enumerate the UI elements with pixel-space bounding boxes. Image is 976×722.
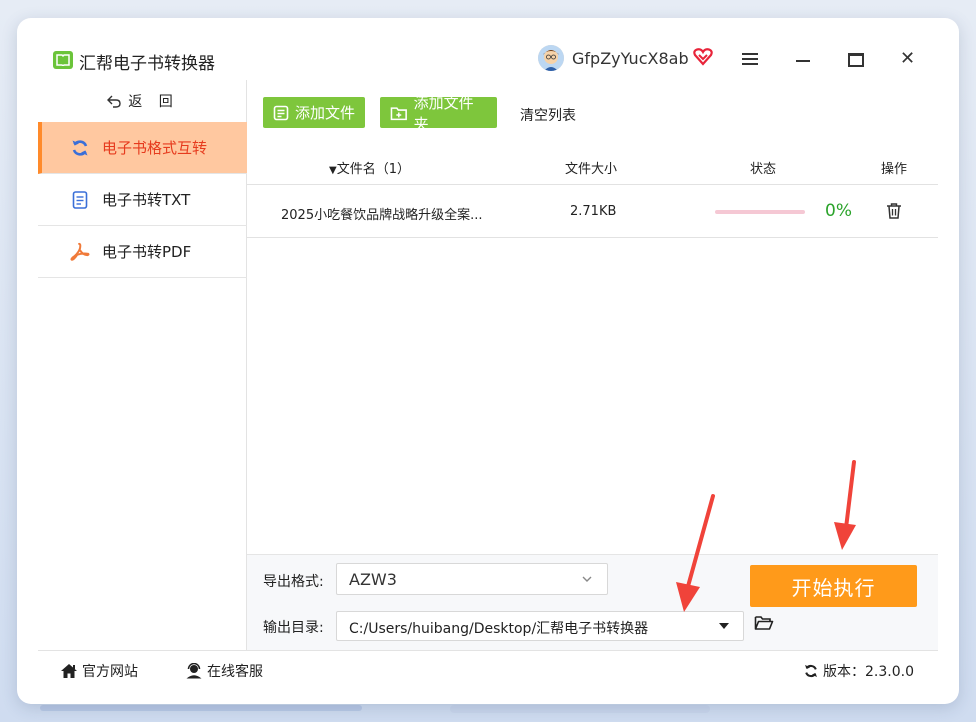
trash-icon[interactable] (886, 202, 902, 224)
progress-bar (715, 210, 805, 214)
table-row[interactable]: 2025小吃餐饮品牌战略升级全案... 2.71KB 0% (247, 186, 938, 238)
column-filesize: 文件大小 (565, 162, 618, 177)
add-folder-button[interactable]: 添加文件夹 (380, 94, 497, 133)
user-avatar[interactable] (538, 45, 564, 71)
background-decoration (40, 705, 362, 711)
maximize-icon[interactable] (848, 53, 864, 67)
version-info[interactable]: 版本：2.3.0.0 (803, 661, 914, 681)
output-dir-label: 输出目录: (263, 620, 324, 636)
support-agent-icon (186, 663, 202, 679)
background-decoration (450, 705, 710, 713)
add-file-button[interactable]: 添加文件 (263, 97, 365, 128)
add-file-label: 添加文件 (295, 104, 356, 122)
pdf-icon (70, 242, 90, 262)
open-folder-icon[interactable] (754, 615, 774, 635)
username[interactable]: GfpZyYucX8ab (572, 49, 689, 68)
add-folder-icon (390, 106, 407, 120)
update-icon (805, 664, 817, 678)
app-logo-icon (53, 51, 73, 69)
refresh-icon (70, 138, 90, 158)
sidebar-item-label: 电子书格式互转 (102, 139, 208, 157)
column-status: 状态 (750, 162, 777, 177)
add-file-icon (273, 105, 289, 120)
close-icon[interactable]: ✕ (900, 50, 915, 68)
vip-heart-icon[interactable] (693, 48, 713, 70)
back-label: 返 回 (128, 94, 179, 110)
file-name: 2025小吃餐饮品牌战略升级全案... (281, 208, 483, 223)
annotation-arrow-start (834, 460, 856, 550)
official-website-link[interactable]: 官方网站 (60, 661, 138, 681)
format-value: AZW3 (349, 570, 397, 589)
menu-icon[interactable] (742, 51, 758, 70)
file-size: 2.71KB (570, 204, 617, 219)
output-settings-panel: 导出格式: AZW3 输出目录: C:/Users/huibang/Deskto… (247, 554, 938, 650)
format-label: 导出格式: (263, 574, 324, 590)
caret-down-icon (719, 623, 729, 629)
sidebar: 返 回 电子书格式互转 电子书转TXT 电子书转PDF (38, 80, 247, 650)
file-table-header: ▼文件名（1） 文件大小 状态 操作 (247, 148, 938, 185)
minimize-icon[interactable] (796, 60, 810, 62)
title-bar: 汇帮电子书转换器 GfpZyYucX8ab ✕ (17, 18, 959, 80)
sort-down-icon: ▼ (329, 165, 337, 176)
sidebar-item-label: 电子书转PDF (102, 243, 192, 261)
back-button[interactable]: 返 回 (38, 80, 247, 122)
format-select[interactable]: AZW3 (336, 563, 608, 595)
annotation-arrow-output-dir (676, 494, 715, 612)
sidebar-item-to-pdf[interactable]: 电子书转PDF (38, 226, 247, 278)
sidebar-item-label: 电子书转TXT (102, 191, 191, 209)
status-percent: 0% (825, 201, 852, 221)
clear-list-button[interactable]: 清空列表 (520, 105, 576, 125)
output-dir-value: C:/Users/huibang/Desktop/汇帮电子书转换器 (349, 621, 649, 637)
start-button[interactable]: 开始执行 (750, 565, 917, 607)
back-arrow-icon (107, 95, 121, 108)
sidebar-item-format-convert[interactable]: 电子书格式互转 (38, 122, 247, 174)
online-support-link[interactable]: 在线客服 (185, 661, 263, 681)
document-icon (70, 190, 90, 210)
chevron-down-icon (581, 570, 593, 589)
home-icon (61, 664, 77, 678)
column-filename[interactable]: ▼文件名（1） (329, 158, 410, 177)
app-title: 汇帮电子书转换器 (79, 54, 215, 74)
footer-bar: 官方网站 在线客服 版本：2.3.0.0 (38, 650, 938, 688)
add-folder-label: 添加文件夹 (413, 93, 474, 133)
app-window: 汇帮电子书转换器 GfpZyYucX8ab ✕ 返 回 电子书格式互转 电子书转… (17, 18, 959, 704)
sidebar-item-to-txt[interactable]: 电子书转TXT (38, 174, 247, 226)
column-actions: 操作 (881, 162, 908, 177)
